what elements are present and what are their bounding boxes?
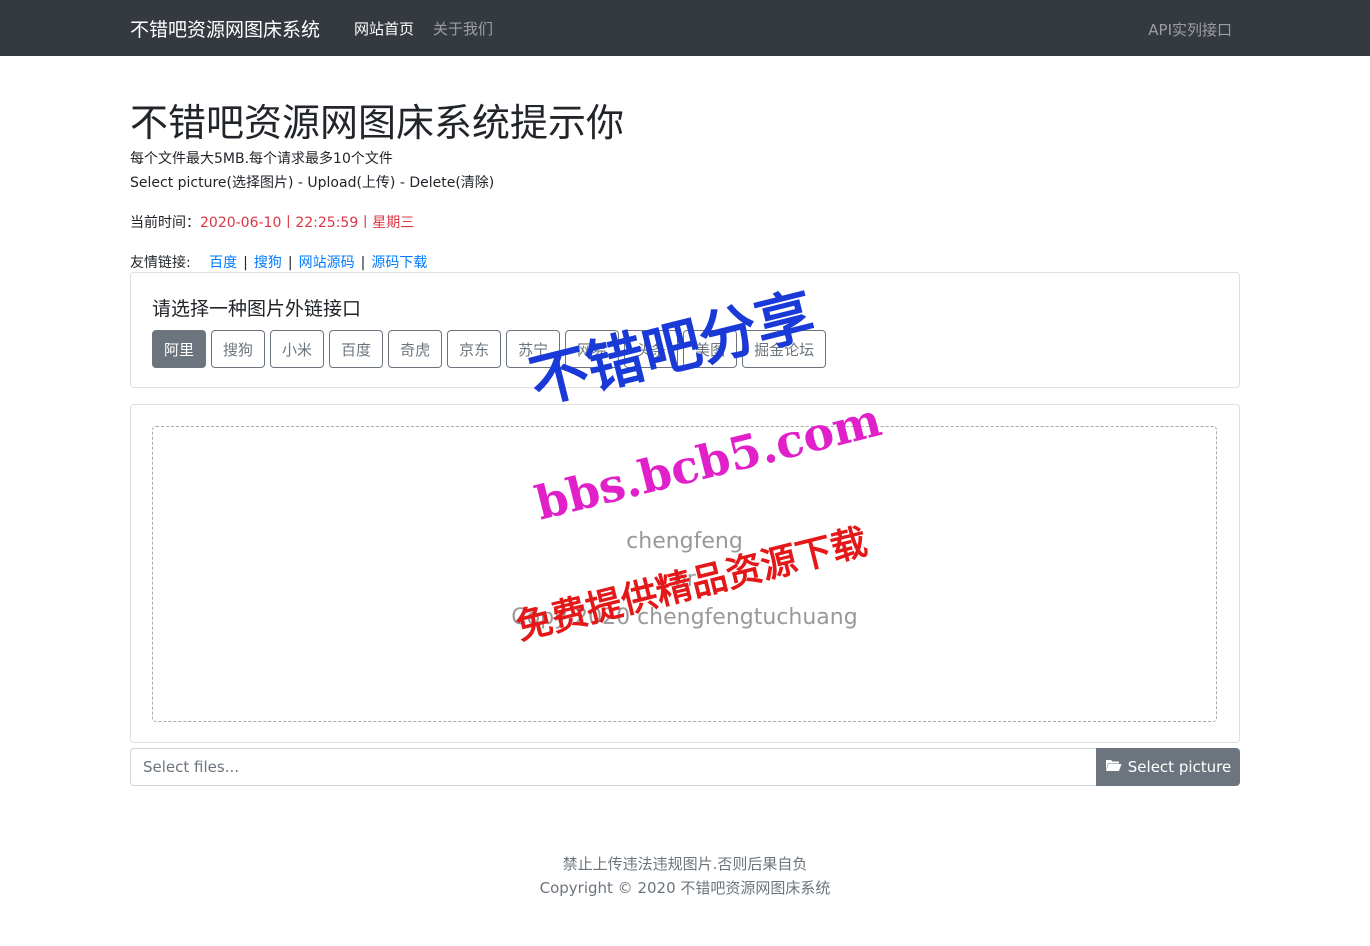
interface-button-qihoo[interactable]: 奇虎 bbox=[388, 330, 443, 368]
current-time-row: 当前时间：2020-06-10丨22:25:59丨星期三 bbox=[130, 212, 414, 232]
link-separator: | bbox=[287, 255, 293, 271]
interface-button-netease[interactable]: 网易 bbox=[565, 330, 620, 368]
instructions-text: Select picture(选择图片) - Upload(上传) - Dele… bbox=[130, 175, 495, 191]
select-picture-label: Select picture bbox=[1127, 758, 1232, 776]
select-picture-button[interactable]: Select picture bbox=[1096, 748, 1240, 786]
nav-api-link[interactable]: API实列接口 bbox=[1148, 19, 1232, 40]
interface-button-toutiao[interactable]: 头条 bbox=[624, 330, 679, 368]
link-separator: | bbox=[360, 255, 366, 271]
nav-home-link[interactable]: 网站首页 bbox=[354, 18, 414, 39]
dropzone-line-1: chengfeng bbox=[626, 529, 743, 554]
interface-button-juejin[interactable]: 掘金论坛 bbox=[742, 330, 827, 368]
link-source-download[interactable]: 源码下载 bbox=[371, 255, 427, 271]
link-sogou[interactable]: 搜狗 bbox=[254, 255, 282, 271]
page-title: 不错吧资源网图床系统提示你 bbox=[130, 101, 625, 145]
interface-button-meitu[interactable]: 美图 bbox=[683, 330, 738, 368]
link-baidu[interactable]: 百度 bbox=[209, 255, 237, 271]
upload-card: chengfeng or Copy 2020 chengfengtuchuang bbox=[130, 404, 1240, 743]
interface-select-card: 请选择一种图片外链接口 阿里 搜狗 小米 百度 奇虎 京东 苏宁 网易 头条 美… bbox=[130, 272, 1240, 388]
dropzone-text: chengfeng or Copy 2020 chengfengtuchuang bbox=[153, 523, 1216, 637]
folder-open-icon bbox=[1105, 758, 1122, 776]
main-container: 不错吧资源网图床系统提示你 每个文件最大5MB.每个请求最多10个文件 Sele… bbox=[130, 56, 1240, 946]
file-dropzone[interactable]: chengfeng or Copy 2020 chengfengtuchuang bbox=[152, 426, 1217, 722]
dropzone-line-2: or bbox=[673, 567, 696, 592]
upload-limit-text: 每个文件最大5MB.每个请求最多10个文件 bbox=[130, 151, 393, 167]
footer-copyright: Copyright © 2020 不错吧资源网图床系统 bbox=[539, 879, 831, 897]
current-time-label: 当前时间： bbox=[130, 215, 200, 231]
interface-button-jd[interactable]: 京东 bbox=[447, 330, 502, 368]
select-files-input[interactable] bbox=[130, 748, 1096, 786]
interface-button-ali[interactable]: 阿里 bbox=[152, 330, 207, 368]
dropzone-line-3: Copy 2020 chengfengtuchuang bbox=[511, 605, 858, 630]
friend-links-label: 友情链接: bbox=[130, 255, 191, 271]
interface-select-title: 请选择一种图片外链接口 bbox=[152, 298, 362, 320]
interface-button-baidu[interactable]: 百度 bbox=[329, 330, 384, 368]
interface-button-sogou[interactable]: 搜狗 bbox=[211, 330, 266, 368]
interface-button-suning[interactable]: 苏宁 bbox=[506, 330, 561, 368]
link-separator: | bbox=[243, 255, 248, 271]
interface-button-xiaomi[interactable]: 小米 bbox=[270, 330, 325, 368]
footer-warning: 禁止上传违法违规图片.否则后果自负 bbox=[562, 855, 808, 873]
link-site-source[interactable]: 网站源码 bbox=[299, 255, 355, 271]
brand-title[interactable]: 不错吧资源网图床系统 bbox=[130, 15, 320, 42]
friend-links-row: 友情链接: 百度 | 搜狗 | 网站源码 | 源码下载 bbox=[130, 252, 427, 272]
interface-button-group: 阿里 搜狗 小米 百度 奇虎 京东 苏宁 网易 头条 美图 掘金论坛 bbox=[152, 330, 831, 368]
nav-about-link[interactable]: 关于我们 bbox=[433, 18, 493, 39]
current-time-value: 2020-06-10丨22:25:59丨星期三 bbox=[200, 215, 415, 231]
top-navbar: 不错吧资源网图床系统 网站首页 关于我们 API实列接口 bbox=[0, 0, 1370, 56]
